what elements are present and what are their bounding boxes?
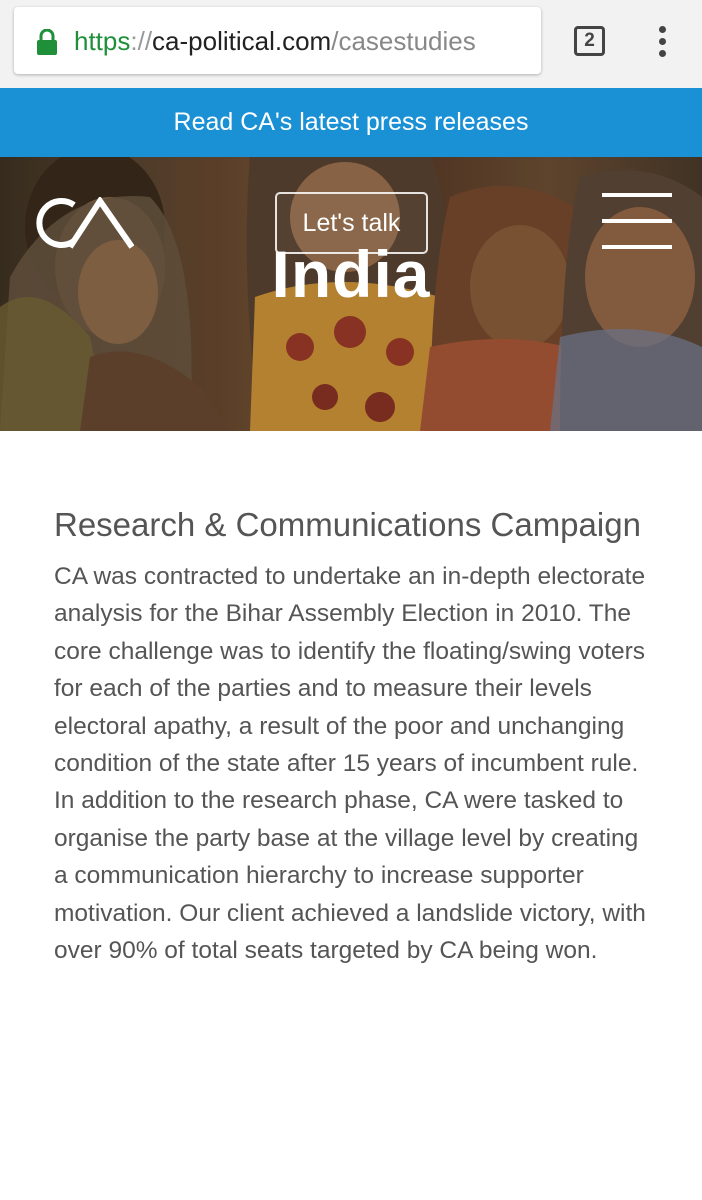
url-host: ca-political.com bbox=[152, 26, 332, 56]
tab-switcher-button[interactable]: 2 bbox=[574, 26, 605, 56]
hero-title: India bbox=[271, 237, 431, 311]
press-release-banner[interactable]: Read CA's latest press releases bbox=[0, 88, 702, 157]
url-separator: :// bbox=[130, 26, 153, 56]
hero-banner: CA Let's talk India bbox=[0, 157, 702, 431]
more-vert-icon[interactable] bbox=[655, 26, 669, 57]
browser-toolbar: https://ca-political.com/casestudies 2 bbox=[0, 0, 702, 88]
case-study-content: Research & Communications Campaign CA wa… bbox=[54, 502, 654, 969]
url-scheme: https bbox=[74, 26, 131, 56]
hamburger-icon[interactable] bbox=[602, 193, 672, 251]
url-text[interactable]: https://ca-political.com/casestudies bbox=[74, 24, 476, 58]
case-study-body: CA was contracted to undertake an in-dep… bbox=[54, 563, 646, 965]
url-path: /casestudies bbox=[331, 26, 476, 56]
address-bar[interactable]: https://ca-political.com/casestudies bbox=[14, 7, 541, 74]
case-study-title: Research & Communications Campaign bbox=[54, 506, 641, 543]
lock-icon bbox=[37, 29, 57, 55]
